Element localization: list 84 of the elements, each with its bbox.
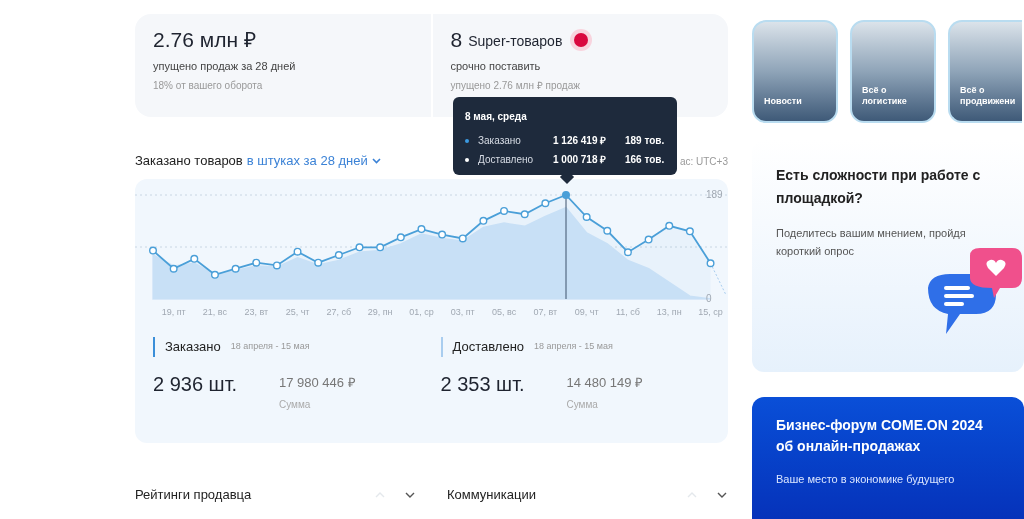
total-period: 18 апреля - 15 мая xyxy=(534,340,613,354)
x-axis-label: 19, пт xyxy=(161,307,186,317)
total-label: Доставлено xyxy=(452,338,525,357)
data-point[interactable] xyxy=(396,233,405,242)
metric-value: 2.76 млн ₽ xyxy=(153,27,256,53)
news-tile[interactable]: Новости xyxy=(752,20,838,123)
data-point[interactable] xyxy=(210,270,219,279)
sum-caption: Сумма xyxy=(279,397,312,412)
tooltip-amount: 1 000 718 ₽ xyxy=(553,153,608,167)
sum-caption: Сумма xyxy=(566,397,599,412)
x-axis-label: 05, вс xyxy=(491,307,517,317)
total-label: Заказано xyxy=(165,338,221,357)
chart-title: Заказано товаров xyxy=(135,152,243,170)
tooltip-label: Доставлено xyxy=(478,153,535,167)
data-point[interactable] xyxy=(541,199,550,208)
x-axis-label: 07, вт xyxy=(533,307,558,317)
x-axis-label: 27, сб xyxy=(326,307,352,317)
total-count: 2 936 шт. xyxy=(153,372,239,397)
forum-title: Бизнес-форум COME.ON 2024 об онлайн-продажах xyxy=(776,416,984,456)
data-point[interactable] xyxy=(603,226,612,235)
total-count: 2 353 шт. xyxy=(440,372,526,397)
metric-note: упущено 2.76 млн ₽ продаж xyxy=(450,80,581,92)
data-point[interactable] xyxy=(706,259,715,268)
metric-label: Super-товаров xyxy=(468,31,563,51)
x-axis-label: 23, вт xyxy=(244,307,269,317)
survey-title: Есть сложности при работе с площадкой? xyxy=(776,166,982,208)
data-point[interactable] xyxy=(520,210,529,219)
metric-value: 8 xyxy=(450,27,463,53)
tooltip-date: 8 мая, среда xyxy=(465,110,528,124)
data-point[interactable] xyxy=(500,206,509,215)
data-point[interactable] xyxy=(293,247,302,256)
tooltip-count: 189 тов. xyxy=(625,134,665,148)
chevron-down-icon xyxy=(371,157,381,164)
data-point[interactable] xyxy=(665,221,674,230)
chevron-down-icon[interactable] xyxy=(405,491,415,498)
data-point[interactable] xyxy=(417,225,426,234)
section-title: Рейтинги продавца xyxy=(135,486,252,504)
data-point[interactable] xyxy=(190,254,199,263)
data-point[interactable] xyxy=(231,264,240,273)
data-point[interactable] xyxy=(355,243,364,252)
data-point[interactable] xyxy=(582,213,591,221)
tooltip-amount: 1 126 419 ₽ xyxy=(553,134,608,148)
data-point[interactable] xyxy=(334,251,343,259)
total-period: 18 апреля - 15 мая xyxy=(230,340,310,354)
x-axis-label: 29, пн xyxy=(367,307,393,317)
total-sum: 14 480 149 ₽ xyxy=(566,374,644,392)
data-point[interactable] xyxy=(623,248,632,257)
x-axis-label: 25, чт xyxy=(285,307,310,317)
data-point[interactable] xyxy=(562,191,570,199)
survey-text: Поделитесь вашим мнением, пройдя короткий опрос xyxy=(776,226,967,259)
news-tile[interactable]: Всё о продвижени xyxy=(948,20,1022,123)
data-point[interactable] xyxy=(169,264,178,273)
x-axis-label: 09, чт xyxy=(574,307,599,317)
tooltip-label: Заказано xyxy=(478,134,522,148)
x-axis-label: 11, сб xyxy=(615,307,640,317)
x-axis-label: 03, пт xyxy=(450,307,475,317)
forum-banner[interactable]: Бизнес-форум COME.ON 2024 об онлайн-продажах Ваше место в экономике будущего xyxy=(752,397,1024,519)
y-axis-label: 0 xyxy=(706,292,712,304)
x-axis-label: 21, вс xyxy=(202,307,228,317)
data-point[interactable] xyxy=(479,216,488,225)
data-point[interactable] xyxy=(252,258,261,267)
x-axis-label: 13, пн xyxy=(656,307,682,317)
timezone-label: ас: UTC+3 xyxy=(679,155,728,169)
data-point[interactable] xyxy=(314,258,323,267)
metric-note: 18% от вашего оборота xyxy=(153,80,264,92)
data-point[interactable] xyxy=(644,235,653,244)
metric-caption: срочно поставить xyxy=(450,58,542,74)
news-tile[interactable]: Всё о логистике xyxy=(850,20,936,123)
data-point[interactable] xyxy=(272,261,281,270)
tooltip-count: 166 тов. xyxy=(625,153,665,167)
y-axis-label: 189 xyxy=(706,188,723,200)
section-title: Коммуникации xyxy=(447,486,536,504)
data-point[interactable] xyxy=(149,246,157,255)
period-dropdown[interactable]: в штуках за 28 дней xyxy=(246,151,381,171)
data-point[interactable] xyxy=(685,227,694,236)
x-axis-label: 15, ср xyxy=(698,307,723,317)
data-point[interactable] xyxy=(438,230,447,239)
total-sum: 17 980 446 ₽ xyxy=(279,374,356,392)
forum-text: Ваше место в экономике будущего xyxy=(776,472,956,487)
metric-caption: упущено продаж за 28 дней xyxy=(153,58,297,74)
chevron-down-icon[interactable] xyxy=(717,491,727,498)
data-point[interactable] xyxy=(458,234,467,243)
x-axis-label: 01, ср xyxy=(409,307,434,317)
data-point[interactable] xyxy=(376,243,385,252)
